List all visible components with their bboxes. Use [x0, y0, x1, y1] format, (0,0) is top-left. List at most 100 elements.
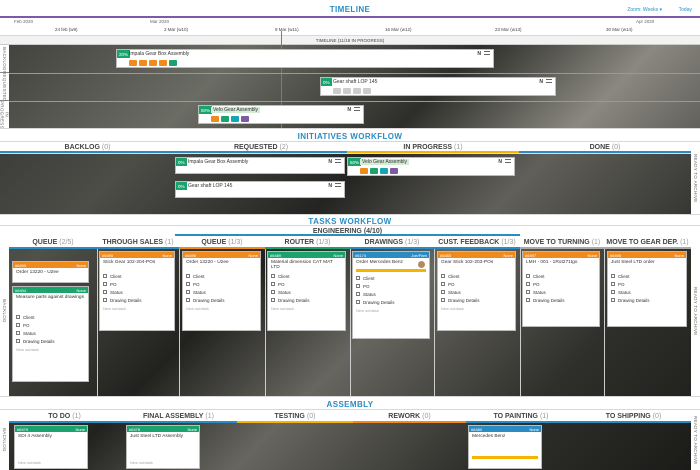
checklist-item[interactable]: PO: [608, 280, 686, 288]
new-subtask-link[interactable]: New subtask: [127, 460, 199, 467]
card-title: Gear shaft LOP 145: [333, 79, 378, 85]
initiative-card[interactable]: 0% Gear shaft LOP 145 N: [175, 181, 345, 198]
initiative-card[interactable]: 0% Impala Gear Box Assembly N: [175, 157, 345, 174]
assembly-card[interactable]: #6480 None Mercedes Benz: [468, 425, 542, 469]
today-button[interactable]: Today: [679, 7, 692, 13]
tag-list: [360, 168, 398, 174]
menu-icon[interactable]: [505, 159, 511, 163]
card-flag: N: [498, 159, 502, 165]
task-owner[interactable]: None: [248, 253, 258, 258]
menu-icon[interactable]: [546, 79, 552, 83]
checklist-item[interactable]: Client: [353, 274, 429, 282]
task-id: #6495: [102, 252, 114, 258]
menu-icon[interactable]: [335, 183, 341, 187]
timeline-title: TIMELINE: [329, 5, 371, 14]
avatar: [417, 260, 426, 269]
checklist-item[interactable]: PO: [438, 280, 515, 288]
checklist-item[interactable]: Drawing Details: [438, 296, 515, 304]
task-owner[interactable]: None: [76, 288, 86, 293]
tasks-title-bar: TASKS WORKFLOW: [0, 214, 700, 226]
timeline-card[interactable]: 50% Velo Gear Assembly N: [198, 105, 364, 124]
card-flag: N: [328, 159, 332, 165]
timeline-subheader: TIMELINE (11/18 IN PROGRESS): [0, 36, 700, 45]
checklist-item[interactable]: PO: [183, 280, 260, 288]
task-card[interactable]: #6495 None Stick Gear 102-204-POs Client …: [99, 251, 175, 331]
menu-icon[interactable]: [484, 51, 490, 55]
task-card[interactable]: #6496 None Order 13220 - U2ee Client PO S…: [182, 251, 261, 331]
task-card[interactable]: #6490 None Order 13220 - U2ee: [12, 261, 89, 283]
checklist-item[interactable]: Client: [13, 313, 88, 321]
new-subtask-link[interactable]: New subtask: [183, 304, 260, 313]
new-subtask-link[interactable]: New subtask: [353, 306, 429, 315]
new-subtask-link[interactable]: New subtask: [13, 345, 88, 354]
checklist-item[interactable]: PO: [13, 321, 88, 329]
task-id: #6497: [525, 252, 537, 258]
checklist-item[interactable]: Status: [183, 288, 260, 296]
task-id: #6489: [270, 252, 282, 258]
checklist-item[interactable]: Drawing Details: [353, 298, 429, 306]
assembly-card[interactable]: #6479 None SDI 4 Assembly New subtask: [14, 425, 88, 469]
checklist-item[interactable]: PO: [523, 280, 599, 288]
checklist-item[interactable]: Client: [438, 272, 515, 280]
menu-icon[interactable]: [354, 107, 360, 111]
checklist-item[interactable]: Status: [13, 329, 88, 337]
task-owner[interactable]: None: [587, 253, 597, 258]
tasks-title: TASKS WORKFLOW: [308, 217, 392, 226]
task-card[interactable]: #6497 None LMH - 001 - 1Rot271tgo Client …: [522, 251, 600, 327]
checklist-item[interactable]: Status: [268, 288, 345, 296]
task-owner[interactable]: None: [187, 427, 197, 432]
checklist-item[interactable]: Client: [608, 272, 686, 280]
task-owner[interactable]: None: [162, 253, 172, 258]
task-title: Mercedes Benz: [472, 434, 506, 439]
week-label: 30 Mar (w14): [606, 27, 633, 32]
task-owner[interactable]: None: [333, 253, 343, 258]
checklist-item[interactable]: Status: [523, 288, 599, 296]
timeline-card[interactable]: 20% Impala Gear Box Assembly N: [116, 49, 494, 68]
task-card[interactable]: #6489 None Material dimension CAT MAT LTD…: [267, 251, 346, 331]
checklist-item[interactable]: Client: [268, 272, 345, 280]
progress-badge: 0%: [321, 78, 332, 86]
checklist-item[interactable]: PO: [100, 280, 174, 288]
checklist-item[interactable]: Drawing Details: [13, 337, 88, 345]
task-owner[interactable]: None: [75, 427, 85, 432]
checklist-item[interactable]: Drawing Details: [268, 296, 345, 304]
checklist-item[interactable]: Drawing Details: [100, 296, 174, 304]
task-owner[interactable]: None: [503, 253, 513, 258]
timeline-lane-backlog: BACKLOG: [0, 45, 9, 73]
zoom-select[interactable]: Zoom: Weeks ▾: [627, 7, 662, 13]
tag-list: [211, 116, 249, 122]
checklist-item[interactable]: Client: [183, 272, 260, 280]
new-subtask-link[interactable]: New subtask: [268, 304, 345, 313]
task-owner[interactable]: None: [529, 427, 539, 432]
task-owner[interactable]: None: [674, 253, 684, 258]
timeline-card[interactable]: 0% Gear shaft LOP 145 N: [320, 77, 556, 96]
new-subtask-link[interactable]: New subtask: [15, 460, 87, 467]
checklist-item[interactable]: Status: [438, 288, 515, 296]
new-subtask-link[interactable]: New subtask: [438, 304, 515, 313]
initiative-card[interactable]: 50% Velo Gear Assembly N: [347, 157, 515, 176]
task-title: Just Steel LTD Assembly: [130, 434, 183, 439]
initiatives-title: INITIATIVES WORKFLOW: [297, 132, 403, 141]
checklist-item[interactable]: Drawing Details: [523, 296, 599, 304]
assembly-card[interactable]: #6478 None Just Steel LTD Assembly New su…: [126, 425, 200, 469]
checklist-item[interactable]: PO: [268, 280, 345, 288]
task-card[interactable]: #6494 None Measure parts against drawings…: [12, 286, 89, 382]
checklist-item[interactable]: Drawing Details: [183, 296, 260, 304]
checklist-item[interactable]: Status: [608, 288, 686, 296]
menu-icon[interactable]: [335, 159, 341, 163]
checklist-item[interactable]: Status: [353, 290, 429, 298]
task-owner[interactable]: None: [76, 263, 86, 268]
checklist-item[interactable]: Status: [100, 288, 174, 296]
task-owner[interactable]: Joe/Pam: [411, 253, 427, 258]
checklist-item[interactable]: Drawing Details: [608, 296, 686, 304]
new-subtask-link[interactable]: New subtask: [100, 304, 174, 313]
tag-list: [129, 60, 177, 66]
checklist-item[interactable]: PO: [353, 282, 429, 290]
checklist-item[interactable]: Client: [523, 272, 599, 280]
checklist-item[interactable]: Client: [100, 272, 174, 280]
task-card[interactable]: #6174 Joe/Pam Order Mercedes Benz Client …: [352, 251, 430, 339]
task-card[interactable]: #6483 None Gear Stick 102-203-POs Client …: [437, 251, 516, 331]
task-id: #6494: [15, 287, 27, 293]
task-card[interactable]: #6498 None Just Steel LTD order Client PO…: [607, 251, 687, 327]
card-title: Velo Gear Assembly: [211, 107, 261, 113]
